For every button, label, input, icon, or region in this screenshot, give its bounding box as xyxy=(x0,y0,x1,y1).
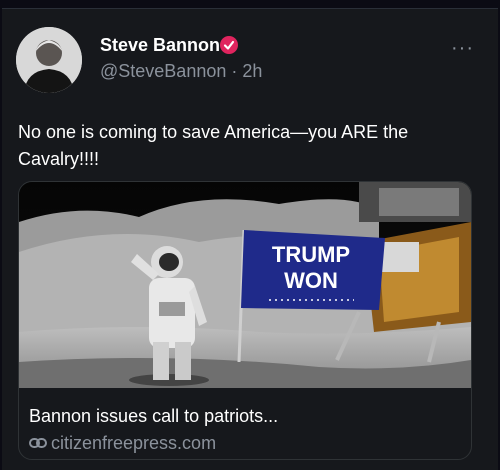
verified-badge-icon xyxy=(220,36,238,54)
link-card-title[interactable]: Bannon issues call to patriots... xyxy=(29,406,278,427)
avatar[interactable] xyxy=(16,27,82,93)
tweet-card[interactable]: Steve Bannon @SteveBannon · 2h ··· No on… xyxy=(2,8,498,470)
more-options-button[interactable]: ··· xyxy=(451,37,474,60)
link-icon xyxy=(29,438,47,448)
author-handle-line: @SteveBannon · 2h xyxy=(100,61,262,82)
author-handle[interactable]: @SteveBannon xyxy=(100,61,226,81)
link-card-domain-line[interactable]: citizenfreepress.com xyxy=(29,433,216,454)
flag-text-line1: TRUMP xyxy=(272,242,350,267)
timestamp[interactable]: 2h xyxy=(242,61,262,81)
link-preview-card[interactable]: TRUMP WON Bannon issues call to patriots… xyxy=(18,181,472,460)
flag-text-line2: WON xyxy=(284,268,338,293)
author-name[interactable]: Steve Bannon xyxy=(100,35,220,56)
time-separator: · xyxy=(226,61,243,81)
link-card-domain: citizenfreepress.com xyxy=(51,433,217,453)
link-preview-image: TRUMP WON xyxy=(19,182,471,388)
avatar-photo xyxy=(16,27,82,93)
tweet-text: No one is coming to save America—you ARE… xyxy=(18,122,409,169)
